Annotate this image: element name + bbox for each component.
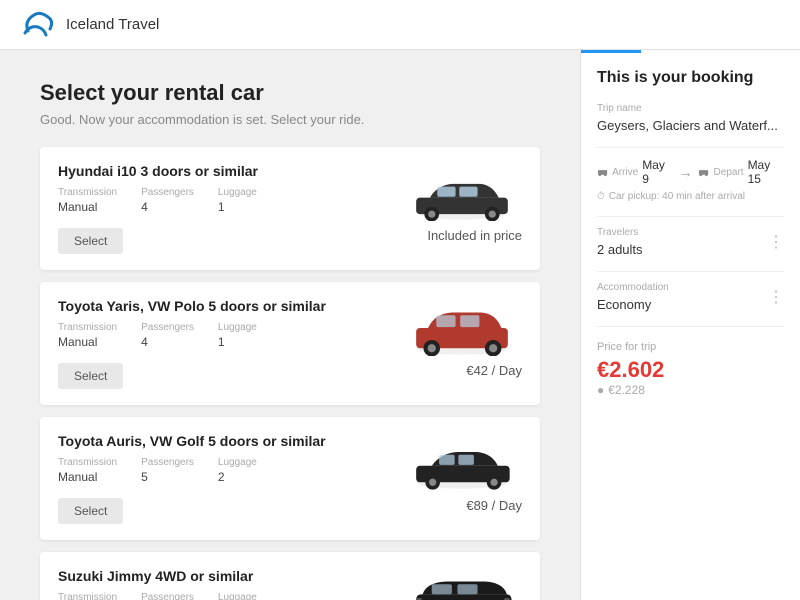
depart-date: May 15 bbox=[748, 158, 784, 186]
transmission-value: Manual bbox=[58, 200, 117, 214]
car-name: Hyundai i10 3 doors or similar bbox=[58, 163, 362, 179]
booking-title: This is your booking bbox=[597, 69, 784, 87]
car-name: Suzuki Jimmy 4WD or similar bbox=[58, 568, 362, 584]
car-price: Included in price bbox=[427, 228, 522, 243]
trip-name-label: Trip name bbox=[597, 103, 784, 114]
page-title: Select your rental car bbox=[40, 80, 540, 106]
passengers-label: Passengers bbox=[141, 187, 194, 198]
car-card-1: Toyota Yaris, VW Polo 5 doors or similar… bbox=[40, 282, 540, 405]
trip-name-value: Geysers, Glaciers and Waterf... bbox=[597, 118, 784, 133]
clock-icon: ⏱ bbox=[597, 191, 605, 202]
price-label: Price for trip bbox=[597, 341, 784, 353]
main-layout: Select your rental car Good. Now your ac… bbox=[0, 50, 800, 600]
dates-field: Arrive May 9 → Depart May 15 ⏱ Car picku… bbox=[597, 158, 784, 202]
transmission-label: Transmission bbox=[58, 322, 117, 333]
passengers-label: Passengers bbox=[141, 592, 194, 600]
accommodation-value: Economy bbox=[597, 297, 669, 312]
passengers-label: Passengers bbox=[141, 457, 194, 468]
travelers-value: 2 adults bbox=[597, 242, 643, 257]
passengers-label: Passengers bbox=[141, 322, 194, 333]
car-card-2: Toyota Auris, VW Golf 5 doors or similar… bbox=[40, 417, 540, 540]
arrive-date: May 9 bbox=[642, 158, 672, 186]
car-image bbox=[402, 433, 522, 493]
arrive-label: Arrive bbox=[612, 167, 638, 178]
travelers-field: Travelers 2 adults ⋮ bbox=[597, 227, 784, 257]
page-subtitle: Good. Now your accommodation is set. Sel… bbox=[40, 112, 540, 127]
car-pickup-text: Car pickup: 40 min after arrival bbox=[609, 191, 745, 202]
depart-item: Depart May 15 bbox=[698, 158, 784, 186]
accommodation-label: Accommodation bbox=[597, 282, 669, 293]
car-image bbox=[402, 568, 522, 600]
car-icon-arrive bbox=[597, 166, 608, 178]
transmission-value: Manual bbox=[58, 470, 117, 484]
car-name: Toyota Auris, VW Golf 5 doors or similar bbox=[58, 433, 362, 449]
booking-sidebar: This is your booking Trip name Geysers, … bbox=[580, 50, 800, 600]
transmission-label: Transmission bbox=[58, 592, 117, 600]
depart-label: Depart bbox=[714, 167, 744, 178]
car-card-0: Hyundai i10 3 doors or similar Transmiss… bbox=[40, 147, 540, 270]
luggage-value: 2 bbox=[218, 470, 257, 484]
passengers-value: 5 bbox=[141, 470, 194, 484]
accommodation-field: Accommodation Economy ⋮ bbox=[597, 282, 784, 312]
luggage-value: 1 bbox=[218, 200, 257, 214]
travelers-more-icon[interactable]: ⋮ bbox=[768, 232, 784, 252]
accommodation-more-icon[interactable]: ⋮ bbox=[768, 287, 784, 307]
car-pickup-note: ⏱ Car pickup: 40 min after arrival bbox=[597, 191, 784, 202]
select-button[interactable]: Select bbox=[58, 228, 123, 254]
transmission-label: Transmission bbox=[58, 187, 117, 198]
select-button[interactable]: Select bbox=[58, 498, 123, 524]
car-list: Hyundai i10 3 doors or similar Transmiss… bbox=[40, 147, 540, 600]
price-original-value: €2.228 bbox=[608, 383, 645, 397]
price-dot: ● bbox=[597, 383, 604, 397]
car-image bbox=[402, 298, 522, 358]
travelers-label: Travelers bbox=[597, 227, 643, 238]
price-main: €2.602 bbox=[597, 357, 784, 383]
header: Iceland Travel bbox=[0, 0, 800, 50]
select-button[interactable]: Select bbox=[58, 363, 123, 389]
car-price: €89 / Day bbox=[466, 498, 522, 513]
car-card-3: Suzuki Jimmy 4WD or similar Transmission… bbox=[40, 552, 540, 600]
luggage-label: Luggage bbox=[218, 187, 257, 198]
car-price: €42 / Day bbox=[466, 363, 522, 378]
luggage-label: Luggage bbox=[218, 322, 257, 333]
passengers-value: 4 bbox=[141, 335, 194, 349]
luggage-value: 1 bbox=[218, 335, 257, 349]
content-area: Select your rental car Good. Now your ac… bbox=[0, 50, 580, 600]
price-section: Price for trip €2.602 ● €2.228 bbox=[597, 341, 784, 397]
arrow-icon: → bbox=[678, 164, 692, 180]
logo-icon bbox=[20, 11, 56, 39]
trip-name-field: Trip name Geysers, Glaciers and Waterf..… bbox=[597, 103, 784, 133]
transmission-label: Transmission bbox=[58, 457, 117, 468]
car-image bbox=[402, 163, 522, 223]
price-original: ● €2.228 bbox=[597, 383, 784, 397]
passengers-value: 4 bbox=[141, 200, 194, 214]
arrive-item: Arrive May 9 bbox=[597, 158, 672, 186]
transmission-value: Manual bbox=[58, 335, 117, 349]
car-name: Toyota Yaris, VW Polo 5 doors or similar bbox=[58, 298, 362, 314]
car-icon-depart bbox=[698, 166, 709, 178]
luggage-label: Luggage bbox=[218, 592, 257, 600]
luggage-label: Luggage bbox=[218, 457, 257, 468]
logo-text: Iceland Travel bbox=[66, 16, 159, 33]
